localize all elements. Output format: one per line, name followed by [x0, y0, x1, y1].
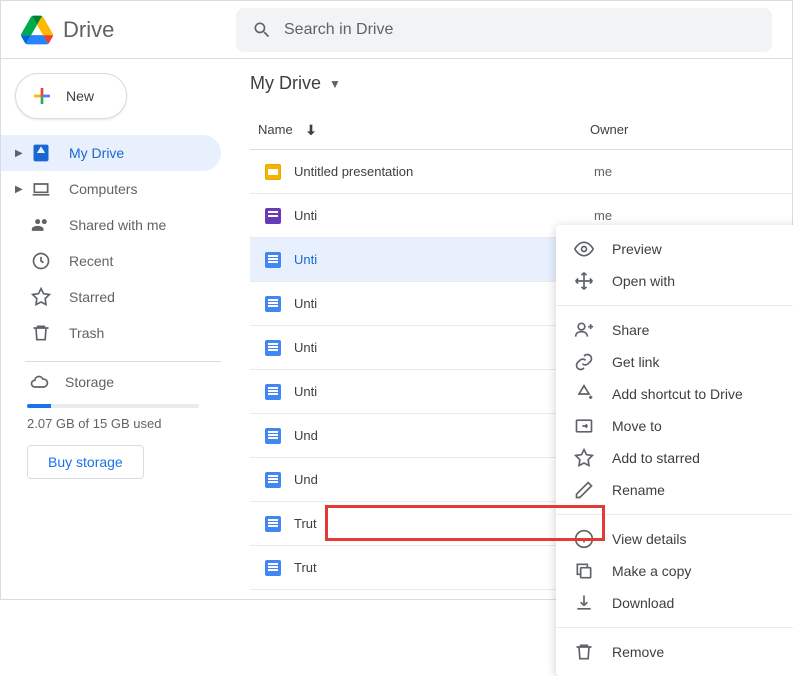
menu-make-copy[interactable]: Make a copy — [556, 555, 793, 587]
storage-bar — [27, 404, 199, 408]
shortcut-icon — [572, 384, 596, 404]
logo-area[interactable]: Drive — [1, 14, 236, 46]
menu-download[interactable]: Download — [556, 587, 793, 619]
content-area: My Drive ▼ Name Owner Untitled presentat… — [236, 59, 792, 599]
nav-storage[interactable]: Storage — [1, 372, 235, 392]
copy-icon — [572, 561, 596, 581]
file-type-icon — [260, 252, 286, 268]
storage-text: 2.07 GB of 15 GB used — [1, 416, 235, 431]
star-icon — [572, 448, 596, 468]
file-type-icon — [260, 340, 286, 356]
nav-trash[interactable]: Trash — [1, 315, 221, 351]
menu-move-to[interactable]: Move to — [556, 410, 793, 442]
file-name: Unti — [294, 384, 594, 399]
file-type-icon — [260, 164, 286, 180]
trash-icon — [29, 323, 53, 343]
new-label: New — [66, 88, 94, 104]
computers-icon — [29, 179, 53, 199]
trash-icon — [572, 642, 596, 662]
breadcrumb[interactable]: My Drive ▼ — [250, 73, 792, 94]
nav-computers[interactable]: ▶ Computers — [1, 171, 221, 207]
file-name: Unti — [294, 208, 594, 223]
chevron-right-icon: ▶ — [15, 148, 29, 159]
menu-get-link[interactable]: Get link — [556, 346, 793, 378]
nav-starred[interactable]: Starred — [1, 279, 221, 315]
file-name: Unti — [294, 296, 594, 311]
people-icon — [29, 215, 53, 235]
link-icon — [572, 352, 596, 372]
download-icon — [572, 593, 596, 613]
menu-preview[interactable]: Preview — [556, 233, 793, 265]
file-name: Trut — [294, 516, 594, 531]
file-type-icon — [260, 472, 286, 488]
menu-divider — [556, 627, 793, 628]
app-header: Drive Search in Drive — [1, 1, 792, 59]
arrows-icon — [572, 271, 596, 291]
file-type-icon — [260, 384, 286, 400]
nav-my-drive[interactable]: ▶ My Drive — [1, 135, 221, 171]
column-owner[interactable]: Owner — [590, 122, 628, 137]
file-type-icon — [260, 208, 286, 224]
menu-remove[interactable]: Remove — [556, 636, 793, 668]
menu-open-with[interactable]: Open with› — [556, 265, 793, 297]
pencil-icon — [572, 480, 596, 500]
nav-recent[interactable]: Recent — [1, 243, 221, 279]
menu-view-details[interactable]: View details — [556, 523, 793, 555]
menu-share[interactable]: Share — [556, 314, 793, 346]
drive-icon — [29, 143, 53, 163]
star-icon — [29, 287, 53, 307]
file-name: Und — [294, 472, 594, 487]
file-name: Trut — [294, 560, 594, 575]
menu-divider — [556, 514, 793, 515]
file-name: Unti — [294, 340, 594, 355]
nav-list: ▶ My Drive ▶ Computers Shared with me Re… — [1, 135, 235, 351]
app-name: Drive — [63, 17, 114, 43]
table-header: Name Owner — [250, 110, 792, 150]
menu-add-shortcut[interactable]: Add shortcut to Drive — [556, 378, 793, 410]
chevron-right-icon: ▶ — [15, 184, 29, 195]
drive-logo-icon — [21, 14, 53, 46]
column-name[interactable]: Name — [250, 122, 590, 138]
divider — [25, 361, 221, 362]
file-name: Untitled presentation — [294, 164, 594, 179]
context-menu: Preview Open with› Share Get link Add sh… — [556, 225, 793, 676]
search-placeholder: Search in Drive — [284, 21, 393, 39]
cloud-icon — [29, 372, 49, 392]
file-owner: me — [594, 208, 612, 223]
menu-rename[interactable]: Rename — [556, 474, 793, 506]
sidebar: New ▶ My Drive ▶ Computers Shared with m… — [1, 59, 236, 599]
info-icon — [572, 529, 596, 549]
nav-shared[interactable]: Shared with me — [1, 207, 221, 243]
file-type-icon — [260, 560, 286, 576]
main-area: New ▶ My Drive ▶ Computers Shared with m… — [1, 59, 792, 599]
file-owner: me — [594, 164, 612, 179]
file-type-icon — [260, 516, 286, 532]
file-name: Unti — [294, 252, 594, 267]
chevron-down-icon: ▼ — [329, 77, 341, 91]
sort-down-icon — [303, 122, 319, 138]
menu-add-starred[interactable]: Add to starred — [556, 442, 793, 474]
buy-storage-button[interactable]: Buy storage — [27, 445, 144, 479]
file-type-icon — [260, 296, 286, 312]
search-icon — [252, 20, 272, 40]
new-button[interactable]: New — [15, 73, 127, 119]
file-name: Und — [294, 428, 594, 443]
person-add-icon — [572, 320, 596, 340]
search-bar[interactable]: Search in Drive — [236, 8, 772, 52]
plus-icon — [30, 84, 54, 108]
menu-divider — [556, 305, 793, 306]
clock-icon — [29, 251, 53, 271]
file-row[interactable]: Untitled presentationme — [250, 150, 792, 194]
move-icon — [572, 416, 596, 436]
eye-icon — [572, 239, 596, 259]
file-type-icon — [260, 428, 286, 444]
